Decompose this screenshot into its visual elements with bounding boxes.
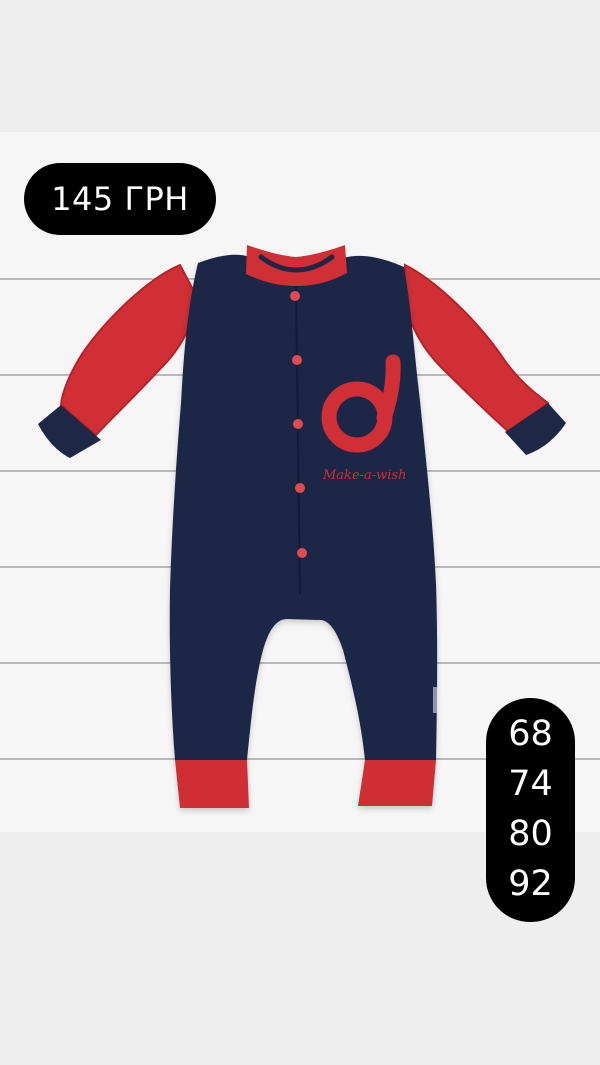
price-badge: 145 ГРН (24, 163, 216, 235)
snap-button (295, 483, 305, 493)
snap-button (290, 291, 300, 301)
size-option: 68 (508, 714, 553, 754)
size-option: 80 (508, 814, 553, 854)
size-list: 68 74 80 92 (486, 698, 575, 922)
right-leg-cuff (358, 760, 436, 806)
right-sleeve (402, 263, 550, 435)
product-card: Make-a-wish 145 ГРН 68 74 80 92 (0, 0, 600, 1065)
left-sleeve (59, 263, 200, 437)
side-tag (433, 687, 437, 713)
size-option: 74 (508, 764, 553, 804)
left-leg-cuff (175, 760, 249, 808)
snap-button (297, 548, 307, 558)
snap-button (292, 355, 302, 365)
embroidery-text: Make-a-wish (322, 468, 407, 483)
romper-body (169, 254, 438, 760)
snap-button (293, 419, 303, 429)
size-option: 92 (508, 864, 553, 904)
